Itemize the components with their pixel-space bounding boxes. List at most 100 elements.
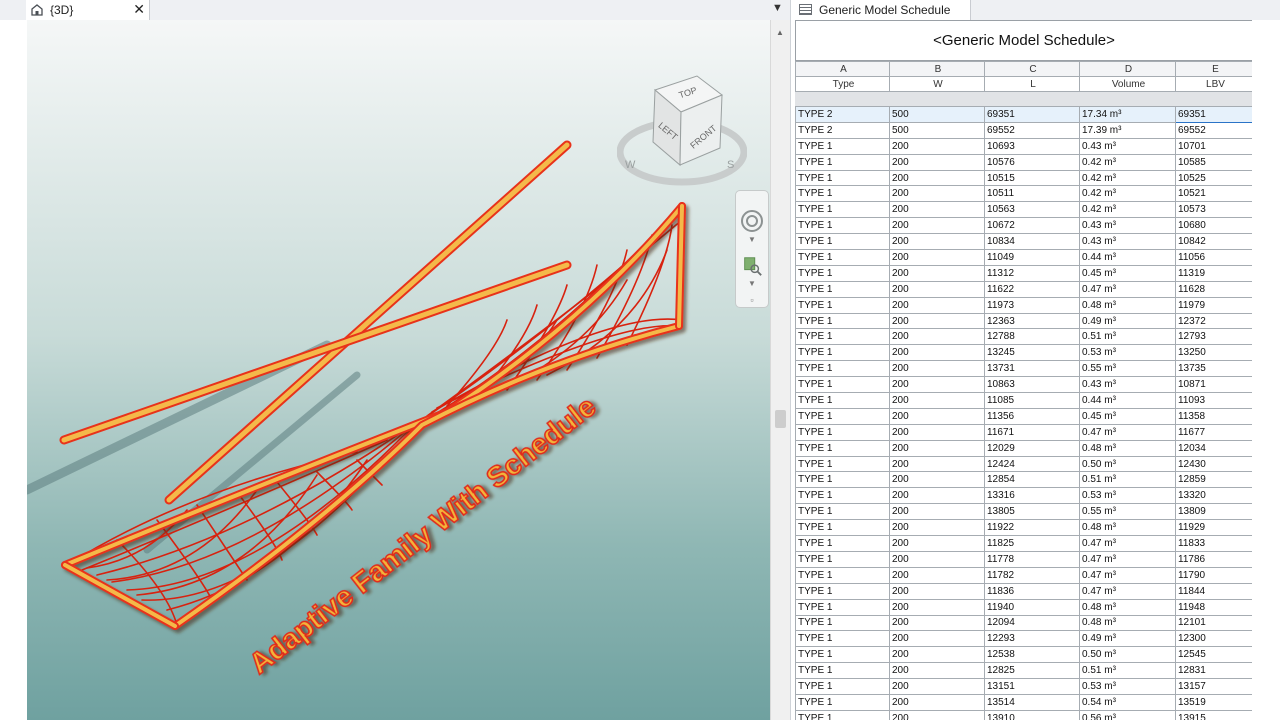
table-cell[interactable]: 200 [889,312,985,330]
table-cell[interactable]: 10672 [984,217,1080,235]
table-cell[interactable]: 10693 [984,137,1080,155]
view-scrollbar[interactable]: ▲ [770,20,790,720]
table-cell[interactable]: 200 [889,201,985,219]
column-letter[interactable]: E [1175,61,1253,77]
table-cell[interactable]: 11356 [984,407,1080,425]
schedule-title[interactable]: <Generic Model Schedule> [795,20,1253,61]
table-cell[interactable]: 0.53 m³ [1079,344,1176,362]
table-cell[interactable]: 13915 [1175,709,1253,720]
table-cell[interactable]: 0.55 m³ [1079,360,1176,378]
table-cell[interactable]: TYPE 1 [795,566,890,584]
table-cell[interactable]: 10511 [984,185,1080,203]
chevron-down-icon[interactable]: ▼ [740,235,764,244]
table-cell[interactable]: 0.50 m³ [1079,455,1176,473]
compass-s-label[interactable]: S [727,159,734,171]
table-row[interactable]: TYPE 1 200 13910 0.56 m³ 13915 [795,709,1253,720]
table-cell[interactable]: 0.48 m³ [1079,614,1176,632]
table-cell[interactable]: 11622 [984,280,1080,298]
table-cell[interactable]: 12854 [984,471,1080,489]
scroll-thumb[interactable] [775,410,786,428]
table-row[interactable]: TYPE 1 200 11922 0.48 m³ 11929 [795,519,1253,537]
table-row[interactable]: TYPE 1 200 11940 0.48 m³ 11948 [795,598,1253,616]
table-cell[interactable]: 0.42 m³ [1079,153,1176,171]
table-cell[interactable]: 10680 [1175,217,1253,235]
table-cell[interactable]: 200 [889,169,985,187]
table-row[interactable]: TYPE 1 200 10693 0.43 m³ 10701 [795,137,1253,155]
table-cell[interactable]: 200 [889,392,985,409]
close-icon[interactable]: ✕ [133,1,145,18]
table-cell[interactable]: TYPE 1 [795,439,890,457]
table-cell[interactable]: TYPE 1 [795,455,890,473]
table-cell[interactable]: 0.42 m³ [1079,201,1176,219]
table-cell[interactable]: TYPE 1 [795,296,890,314]
table-cell[interactable]: TYPE 1 [795,423,890,441]
column-letter[interactable]: C [984,61,1080,77]
table-cell[interactable]: 0.45 m³ [1079,264,1176,282]
column-letter-row[interactable]: ABCDE [795,61,1253,77]
table-cell[interactable]: 200 [889,582,985,600]
table-cell[interactable]: 13320 [1175,487,1253,505]
table-cell[interactable]: 10842 [1175,233,1253,251]
table-cell[interactable]: 11312 [984,264,1080,282]
table-cell[interactable]: 11833 [1175,535,1253,552]
table-cell[interactable]: 11940 [984,598,1080,616]
table-cell[interactable]: 0.47 m³ [1079,280,1176,298]
table-cell[interactable]: 13151 [984,678,1080,695]
table-cell[interactable]: 200 [889,503,985,521]
table-cell[interactable]: 11922 [984,519,1080,537]
table-cell[interactable]: TYPE 1 [795,344,890,362]
table-cell[interactable]: 12831 [1175,662,1253,680]
table-cell[interactable]: 11786 [1175,550,1253,568]
table-cell[interactable]: TYPE 1 [795,598,890,616]
table-cell[interactable]: TYPE 1 [795,280,890,298]
table-row[interactable]: TYPE 1 200 12424 0.50 m³ 12430 [795,455,1253,473]
table-cell[interactable]: TYPE 1 [795,535,890,552]
table-cell[interactable]: 0.43 m³ [1079,217,1176,235]
table-cell[interactable]: 69552 [984,121,1080,139]
table-cell[interactable]: 200 [889,693,985,711]
table-cell[interactable]: TYPE 1 [795,153,890,171]
table-cell[interactable]: 13157 [1175,678,1253,695]
table-cell[interactable]: 11319 [1175,264,1253,282]
column-header[interactable]: W [889,76,985,92]
table-cell[interactable]: 0.51 m³ [1079,328,1176,346]
table-cell[interactable]: 11844 [1175,582,1253,600]
table-row[interactable]: TYPE 1 200 11622 0.47 m³ 11628 [795,280,1253,298]
table-cell[interactable]: 10573 [1175,201,1253,219]
table-cell[interactable]: 200 [889,646,985,664]
table-cell[interactable]: 10521 [1175,185,1253,203]
table-cell[interactable]: TYPE 1 [795,360,890,378]
table-cell[interactable]: 200 [889,233,985,251]
table-cell[interactable]: 0.47 m³ [1079,550,1176,568]
table-cell[interactable]: 11836 [984,582,1080,600]
table-cell[interactable]: 0.50 m³ [1079,646,1176,664]
table-row[interactable]: TYPE 1 200 11836 0.47 m³ 11844 [795,582,1253,600]
table-cell[interactable]: TYPE 1 [795,328,890,346]
table-row[interactable]: TYPE 1 200 12363 0.49 m³ 12372 [795,312,1253,330]
table-cell[interactable]: 10525 [1175,169,1253,187]
table-cell[interactable]: TYPE 1 [795,376,890,394]
table-cell[interactable]: TYPE 1 [795,312,890,330]
table-cell[interactable]: 12859 [1175,471,1253,489]
table-cell[interactable]: 12545 [1175,646,1253,664]
table-cell[interactable]: 12430 [1175,455,1253,473]
table-cell[interactable]: 11979 [1175,296,1253,314]
column-letter[interactable]: D [1079,61,1176,77]
table-cell[interactable]: 0.47 m³ [1079,535,1176,552]
table-cell[interactable]: 11049 [984,249,1080,266]
table-cell[interactable]: 13245 [984,344,1080,362]
table-cell[interactable]: 200 [889,614,985,632]
table-cell[interactable]: TYPE 1 [795,233,890,251]
table-row[interactable]: TYPE 1 200 11085 0.44 m³ 11093 [795,392,1253,409]
table-cell[interactable]: 200 [889,296,985,314]
table-row[interactable]: TYPE 1 200 13151 0.53 m³ 13157 [795,678,1253,695]
table-cell[interactable]: 0.42 m³ [1079,185,1176,203]
table-cell[interactable]: 200 [889,185,985,203]
table-cell[interactable]: 11677 [1175,423,1253,441]
table-cell[interactable]: 10563 [984,201,1080,219]
table-cell[interactable]: 10863 [984,376,1080,394]
table-cell[interactable]: 0.44 m³ [1079,249,1176,266]
table-cell[interactable]: TYPE 1 [795,582,890,600]
table-cell[interactable]: 200 [889,137,985,155]
table-cell[interactable]: TYPE 1 [795,185,890,203]
